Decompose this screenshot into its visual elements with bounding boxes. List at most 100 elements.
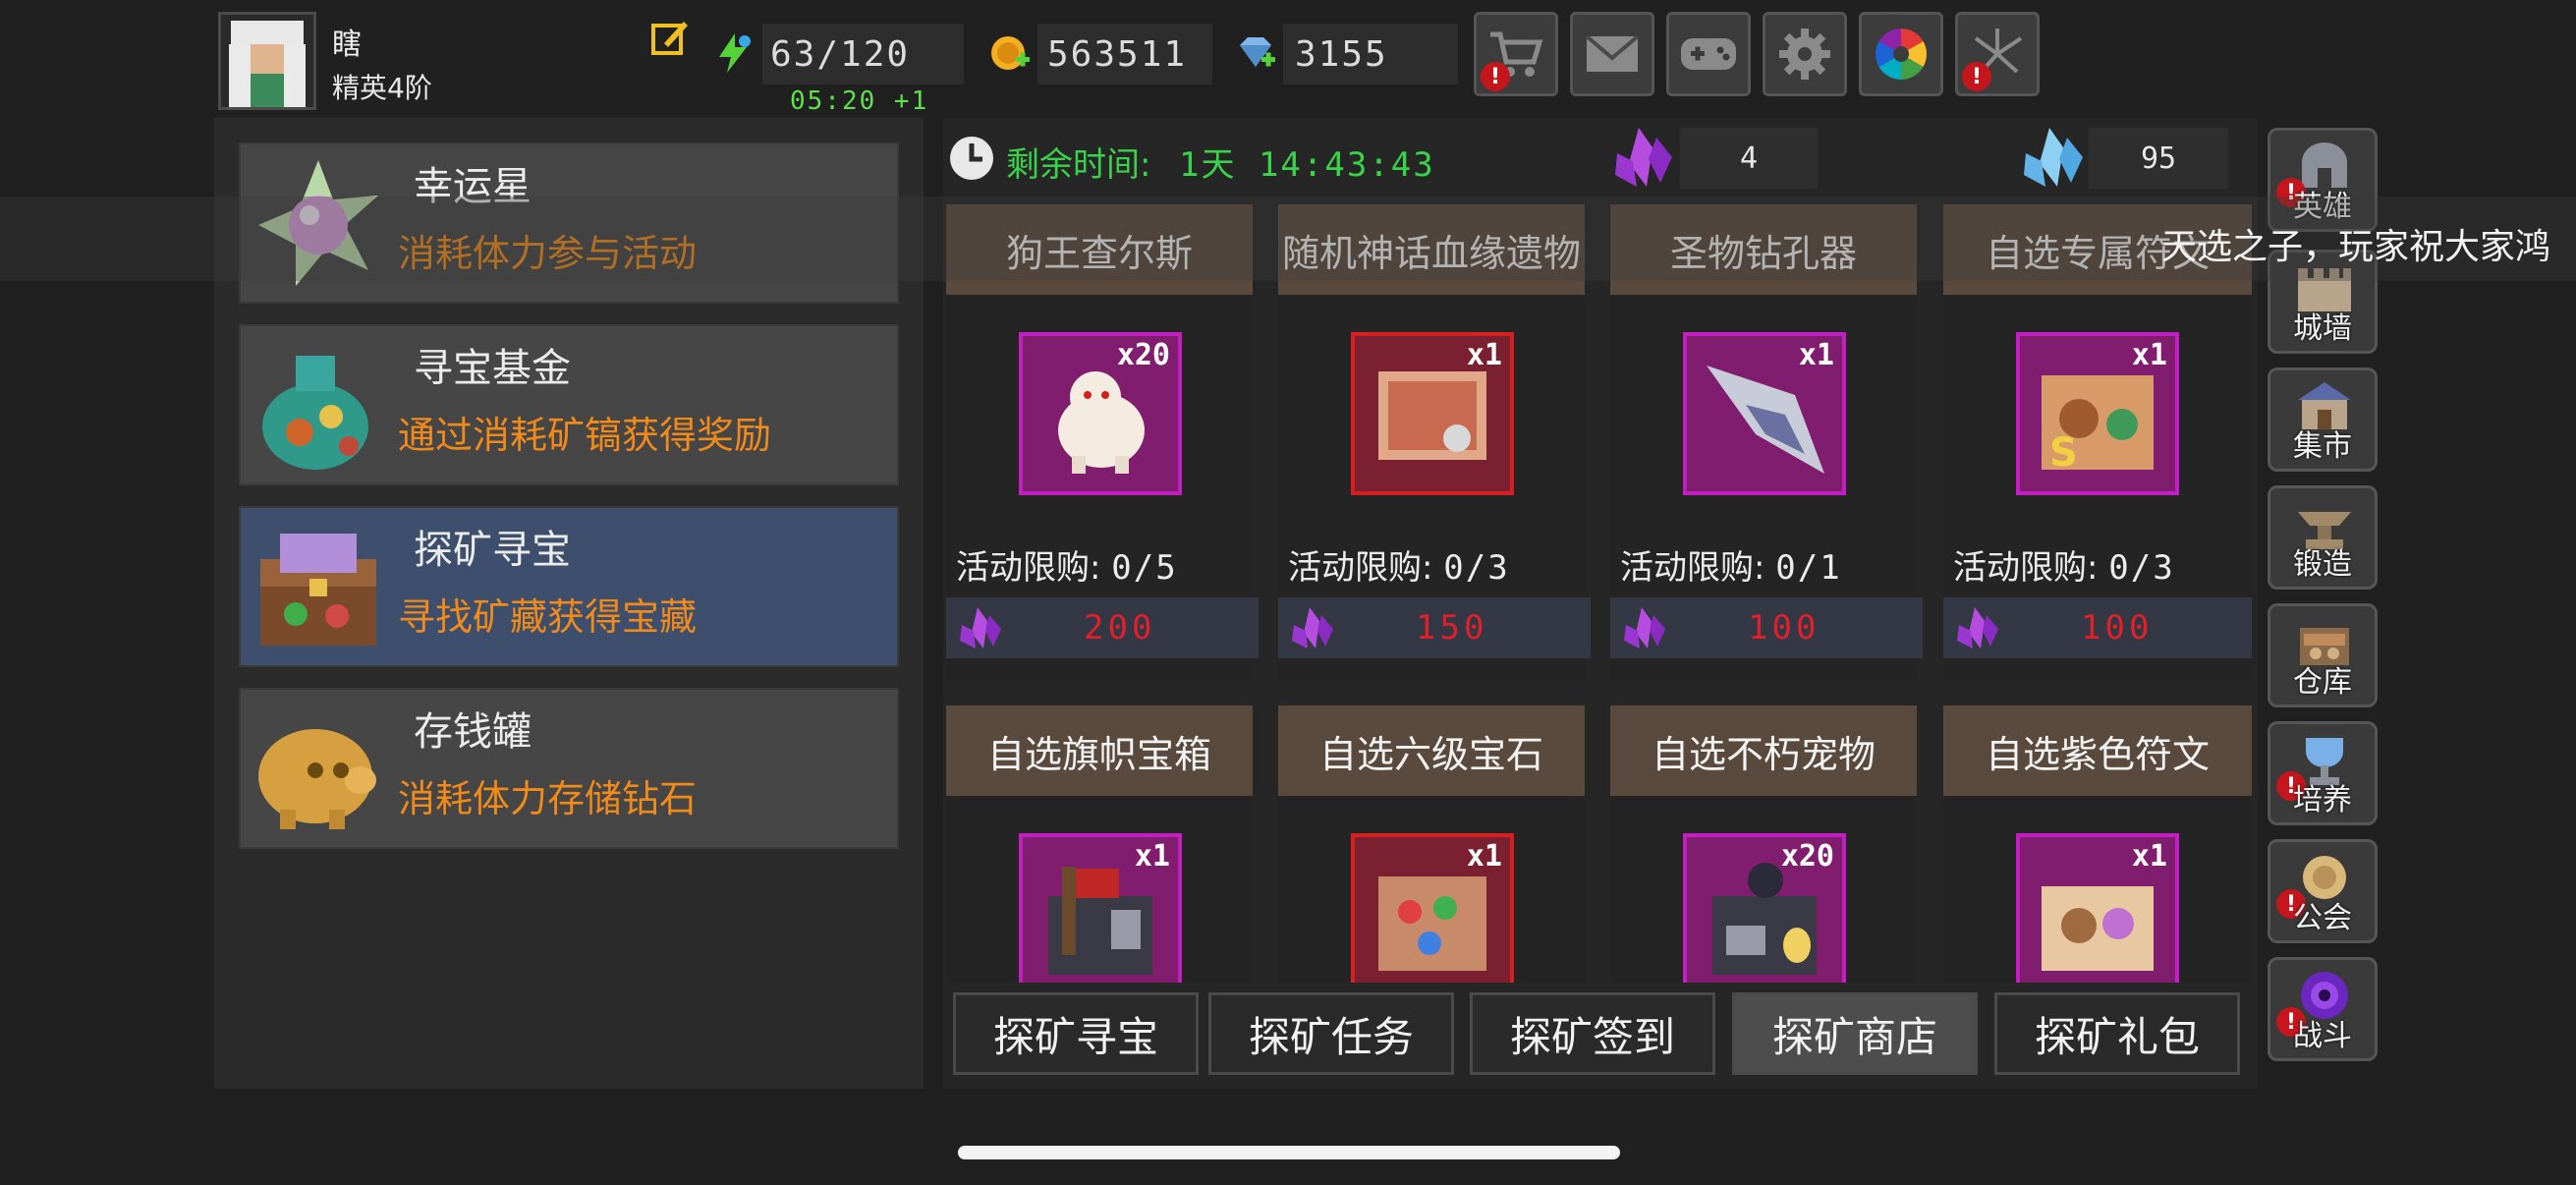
nav-label: 战斗 [2293,1019,2352,1053]
item-price: 100 [2081,608,2154,648]
diamond-counter: 3155 [1283,24,1458,85]
event-desc: 寻找矿藏获得宝藏 [398,595,698,639]
immortal-pet-icon: x20 [1683,833,1846,983]
nav-label: 锻造 [2293,547,2352,582]
event-title: 寻宝基金 [414,346,571,391]
stamina-timer: 05:20 +1 [790,86,929,116]
item-quantity: x1 [2131,338,2167,372]
item-name: 自选紫色符文 [1943,705,2252,796]
event-desc: 消耗体力存储钻石 [398,777,698,820]
item-price: 150 [1416,608,1488,648]
purchase-limit-label: 活动限购: [956,548,1101,588]
purple-crystal-icon [1609,124,1678,193]
shop-item[interactable]: 自选六级宝石 x1 [1278,705,1585,983]
nav-forge[interactable]: 锻造 [2268,485,2378,590]
dog-king-icon: x20 [1019,332,1182,495]
buy-button[interactable]: 100 [1610,597,1923,658]
gamepad-button[interactable] [1666,12,1751,96]
player-rank: 精英4阶 [332,72,432,104]
purchase-limit-label: 活动限购: [1620,548,1765,588]
treasure-chest-icon [251,520,386,655]
item-quantity: x1 [1134,839,1170,874]
purple-crystal-icon [960,607,1001,649]
item-name: 自选不朽宠物 [1610,705,1917,796]
color-wheel-icon [1876,28,1927,80]
gamepad-icon [1681,38,1736,70]
diamond-value: 3155 [1295,33,1388,75]
shop-item[interactable]: 自选旗帜宝箱 x1 [946,705,1253,983]
purple-crystal-icon [1957,607,1998,649]
purchase-limit-value: 0/1 [1775,548,1842,588]
stamina-counter: 63/120 [762,24,964,85]
settings-button[interactable] [1763,12,1847,96]
diamond-icon [1234,31,1277,75]
firework-button[interactable]: ! [1955,12,2040,96]
tab-mining-checkin[interactable]: 探矿签到 [1470,992,1715,1075]
item-quantity: x1 [1466,338,1502,372]
event-item-treasure-fund[interactable]: 寻宝基金 通过消耗矿镐获得奖励 [239,324,899,485]
item-quantity: x20 [1780,839,1834,874]
item-name: 自选六级宝石 [1278,705,1585,796]
purchase-limit-value: 0/3 [2108,548,2175,588]
nav-warehouse[interactable]: 仓库 [2268,603,2378,707]
shop-item[interactable]: 自选不朽宠物 x20 [1610,705,1917,983]
tab-mining-tasks[interactable]: 探矿任务 [1208,992,1454,1075]
event-item-mining-treasure[interactable]: 探矿寻宝 寻找矿藏获得宝藏 [239,506,899,667]
nav-label: 公会 [2293,901,2352,935]
home-indicator[interactable] [958,1146,1620,1159]
flag-chest-icon: x1 [1019,833,1182,983]
item-price: 100 [1748,608,1820,648]
event-title: 存钱罐 [414,709,532,755]
blue-crystal-icon [2018,124,2089,193]
remaining-time-label: 剩余时间: [1006,145,1151,185]
item-name: 自选旗帜宝箱 [946,705,1253,796]
nav-battle[interactable]: ! 战斗 [2268,957,2378,1061]
event-title: 探矿寻宝 [414,528,571,573]
clock-icon [947,134,996,183]
buy-button[interactable]: 200 [946,597,1259,658]
edit-name-icon[interactable] [650,18,690,57]
exclusive-rune-icon: S x1 [2016,332,2179,495]
item-quantity: x1 [2131,839,2167,874]
event-item-piggy-bank[interactable]: 存钱罐 消耗体力存储钻石 [239,688,899,849]
broadcast-text: 天选之子，玩家祝大家鸿 [2161,227,2551,267]
purple-crystal-value: 4 [1739,141,1759,176]
cart-alert-badge: ! [1481,62,1510,91]
treasure-bag-icon [251,338,386,474]
mail-icon [1585,34,1640,72]
purchase-limit-value: 0/5 [1111,548,1178,588]
shop-item[interactable]: 自选紫色符文 x1 [1943,705,2252,983]
purchase-limit: 活动限购: 0/3 [1953,540,2175,589]
piggy-bank-icon [251,702,386,837]
purple-crystal-icon [1624,607,1665,649]
bloodline-relic-icon: x1 [1351,332,1514,495]
nav-label: 仓库 [2293,665,2352,700]
remaining-time-value: 1天 14:43:43 [1179,145,1435,185]
shop-cart-button[interactable]: ! [1474,12,1558,96]
tab-mining-gift[interactable]: 探矿礼包 [1994,992,2240,1075]
blue-crystal-value: 95 [2140,141,2177,176]
nav-market[interactable]: 集市 [2268,367,2378,472]
color-wheel-button[interactable] [1859,12,1943,96]
buy-button[interactable]: 150 [1278,597,1591,658]
gear-icon [1779,28,1830,80]
item-quantity: x1 [1798,338,1834,372]
purple-crystal-icon [1292,607,1333,649]
event-desc: 通过消耗矿镐获得奖励 [398,414,772,457]
purple-crystal-counter: 4 [1680,128,1818,189]
mail-button[interactable] [1570,12,1654,96]
firework-alert-badge: ! [1962,62,1991,91]
nav-cultivate[interactable]: ! 培养 [2268,721,2378,825]
tab-mining-shop[interactable]: 探矿商店 [1732,992,1978,1075]
item-quantity: x1 [1466,839,1502,874]
nav-guild[interactable]: ! 公会 [2268,839,2378,943]
purchase-limit-label: 活动限购: [1288,548,1433,588]
item-price: 200 [1084,608,1156,648]
nav-label: 培养 [2293,783,2352,818]
level6-gem-icon: x1 [1351,833,1514,983]
player-avatar[interactable] [218,12,316,110]
stamina-icon [711,31,755,75]
tab-mining-treasure[interactable]: 探矿寻宝 [953,992,1199,1075]
nav-label: 集市 [2293,429,2352,464]
buy-button[interactable]: 100 [1943,597,2252,658]
